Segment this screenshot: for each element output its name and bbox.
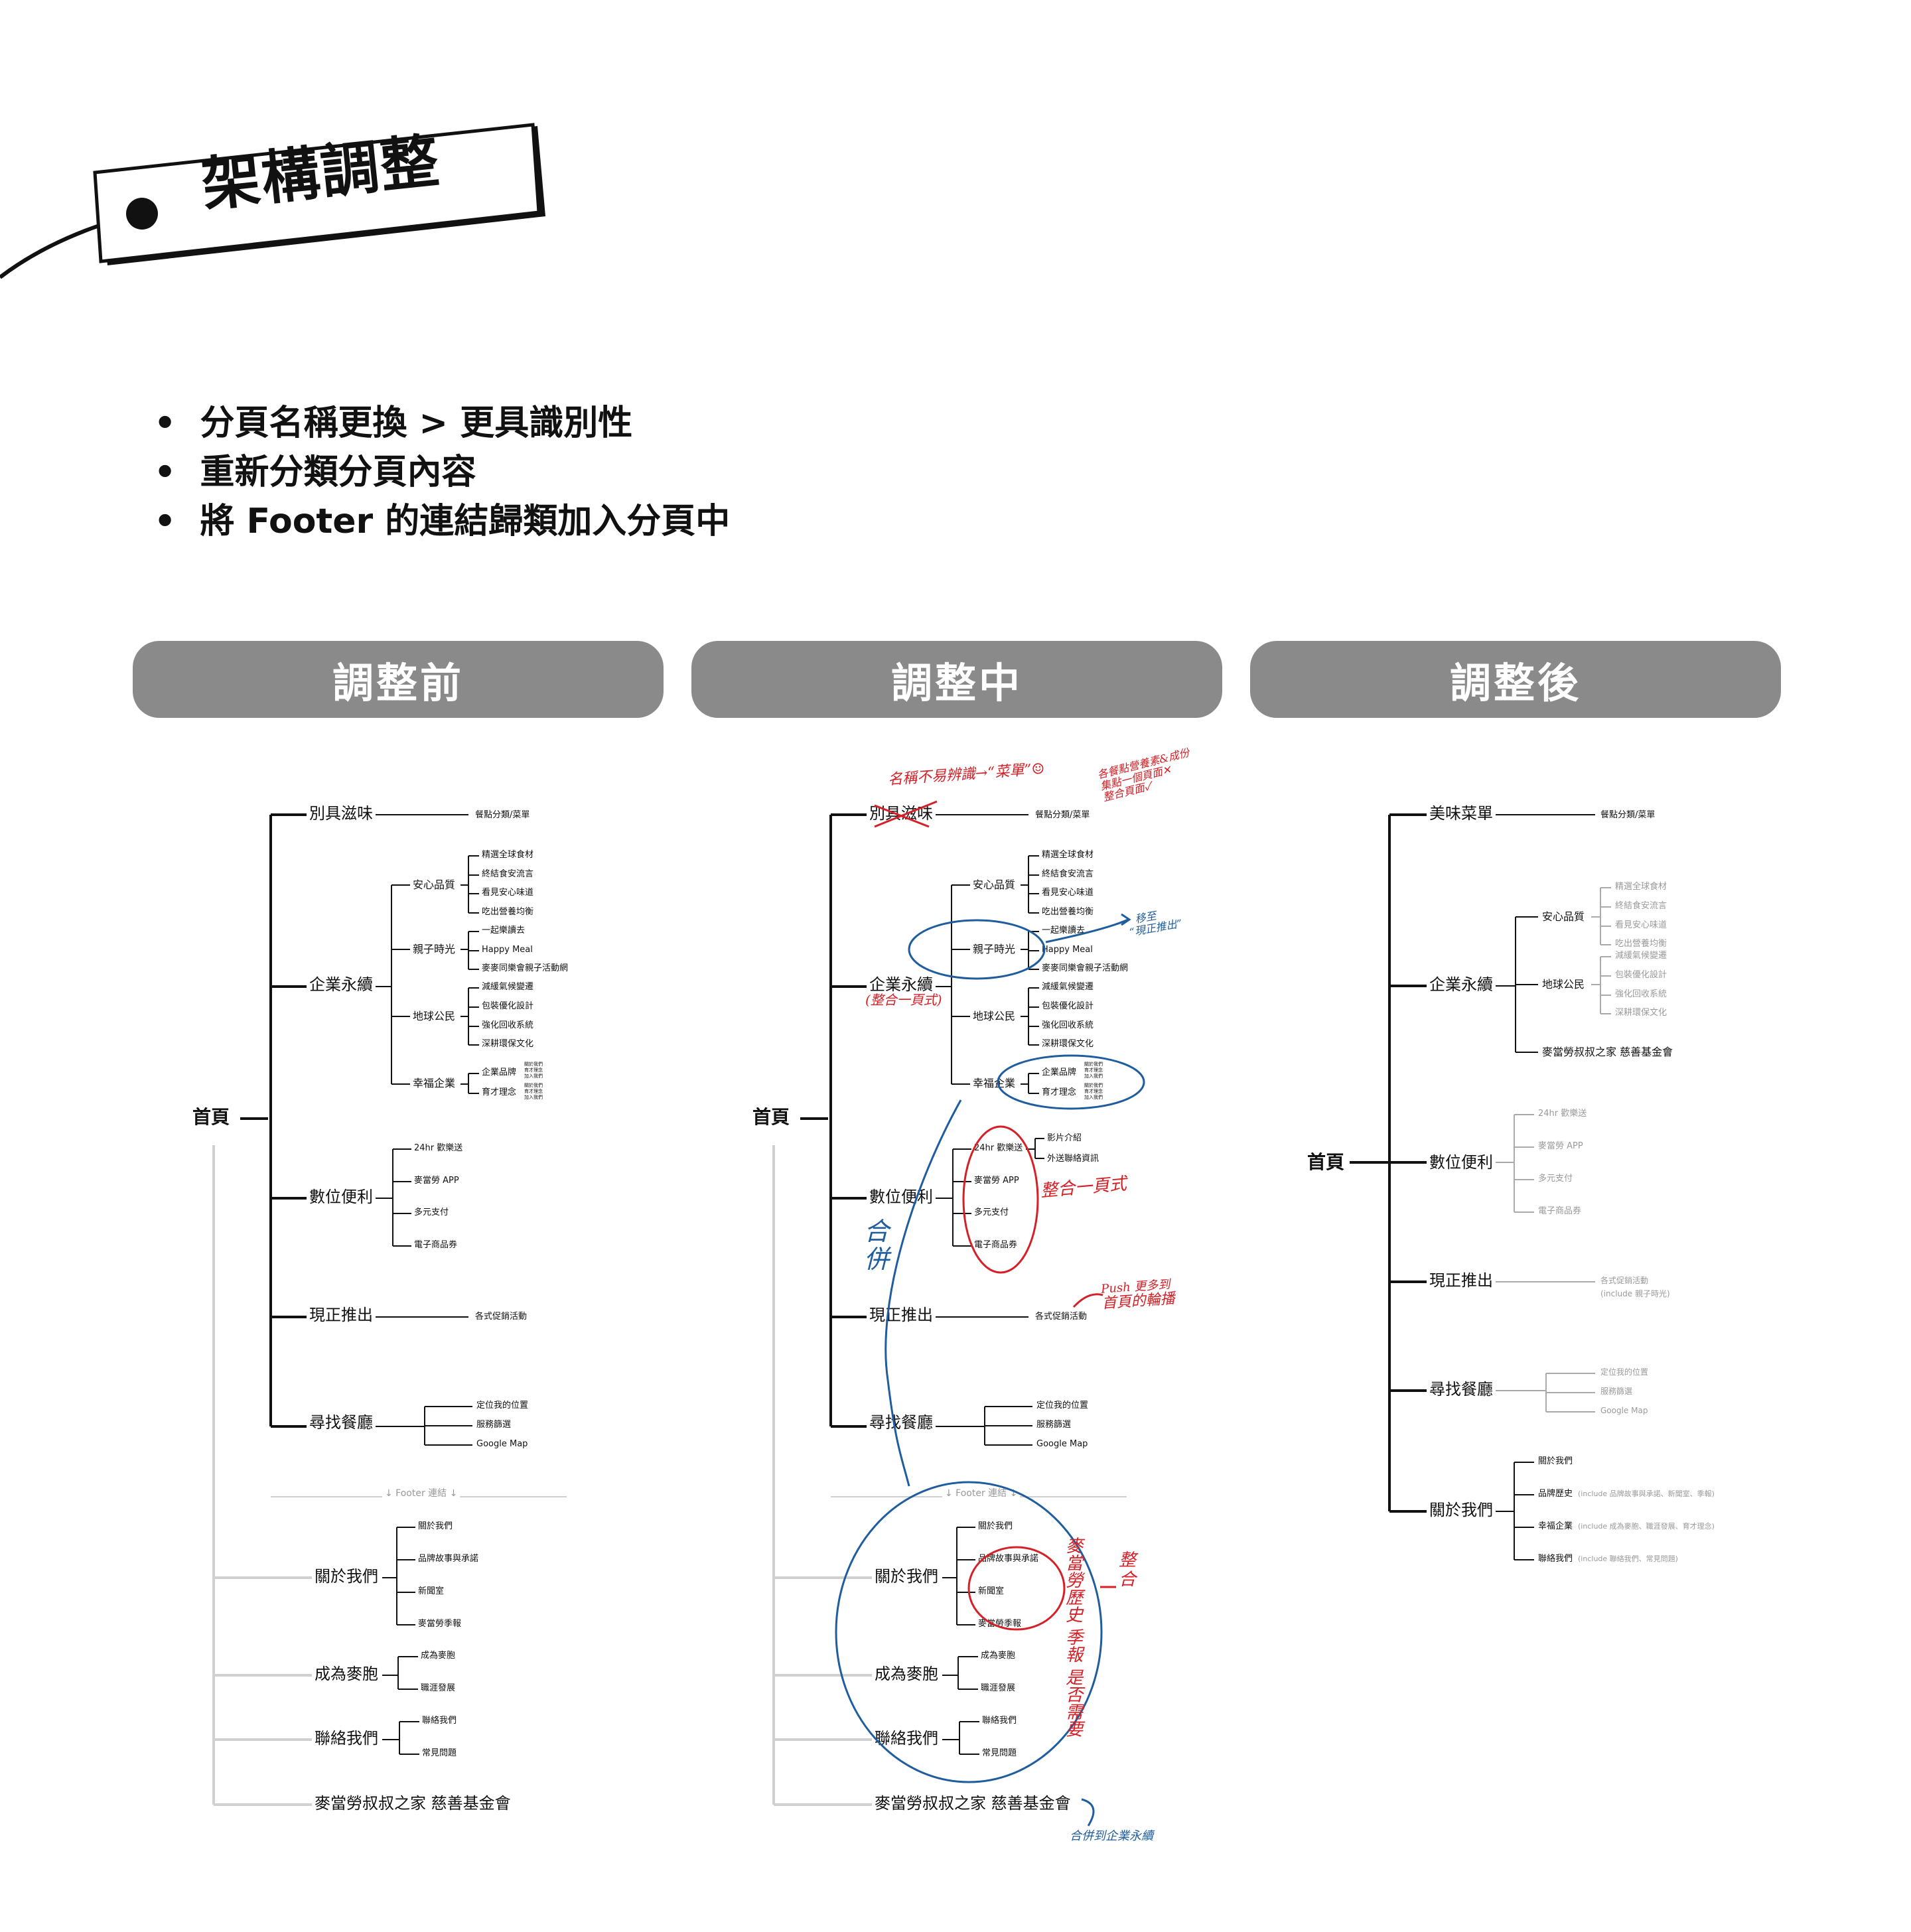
- circle-family: [908, 919, 1046, 980]
- note-line: 合: [864, 1217, 890, 1246]
- root-node: 首頁: [1307, 1151, 1345, 1173]
- leaf-video: 影片介紹: [1047, 1133, 1082, 1143]
- leaf: 各式促銷活動: [1600, 1276, 1649, 1285]
- strike-mark: [874, 800, 938, 828]
- leaf: 服務篩選: [1600, 1387, 1633, 1396]
- note-line: 合: [1119, 1569, 1137, 1590]
- note-line: 麥當勞歷史: [1062, 1537, 1083, 1623]
- note-push: Push 更多到 首頁的輪播: [1101, 1278, 1176, 1312]
- note-merge-page: (整合一頁式): [865, 992, 942, 1008]
- note-brand-history: 麥當勞歷史 季報 是否需要: [1062, 1537, 1083, 1738]
- arrow-promo: [1072, 1293, 1103, 1308]
- leaf: 麥當勞 APP: [1538, 1141, 1583, 1151]
- leaf: 聯絡我們 (include 聯絡我們、常見問題): [1538, 1554, 1678, 1563]
- note-line: 整: [1119, 1551, 1137, 1570]
- node-earth: 地球公民: [1542, 978, 1585, 991]
- note-line: 季報: [1062, 1628, 1083, 1663]
- node-safety: 安心品質: [1542, 910, 1585, 923]
- circle-brand: [967, 1546, 1066, 1631]
- leaf: 24hr 歡樂送: [1538, 1109, 1587, 1119]
- circle-digital: [962, 1125, 1039, 1274]
- leaf: 多元支付: [1538, 1174, 1573, 1184]
- middle-annotations: [835, 800, 1145, 1827]
- leaf: (include 親子時光): [1600, 1289, 1670, 1298]
- leaf: 包裝優化設計: [1615, 970, 1667, 980]
- arrow-charity: [1081, 1798, 1095, 1827]
- arrow-move: [1045, 918, 1129, 943]
- node-find: 尋找餐廳: [1429, 1380, 1493, 1399]
- leaf: 定位我的位置: [1600, 1367, 1649, 1377]
- node-charity: 麥當勞叔叔之家 慈善基金會: [1542, 1046, 1673, 1058]
- note-integrate: 整 合: [1119, 1551, 1136, 1589]
- merge-arc: [885, 1099, 962, 1487]
- leaf: 餐點分類/菜單: [1600, 810, 1656, 820]
- node-menu: 美味菜單: [1429, 804, 1493, 823]
- node-csr: 企業永續: [1429, 975, 1493, 994]
- note-merge-csr: 合併到企業永續: [1070, 1829, 1153, 1843]
- note-hebing: 合 併: [864, 1217, 890, 1274]
- leaf-note: (include 聯絡我們、常見問題): [1578, 1554, 1678, 1563]
- leaf: 強化回收系統: [1615, 989, 1667, 999]
- leaf: 減緩氣候變遷: [1615, 951, 1667, 961]
- leaf: 看見安心味道: [1615, 920, 1667, 930]
- leaf: 電子商品券: [1538, 1206, 1582, 1216]
- architecture-slide: 架構調整 • 分頁名稱更換 > 更具識別性 • 重新分類分頁內容 • 將 Foo…: [0, 0, 1911, 1932]
- leaf-delivery: 外送聯絡資訊: [1047, 1154, 1099, 1164]
- leaf: 品牌歷史 (include 品牌故事與承諾、新聞室、季報): [1538, 1489, 1715, 1498]
- circle-footer: [835, 1481, 1103, 1783]
- node-about: 關於我們: [1429, 1501, 1493, 1519]
- node-promo: 現正推出: [1429, 1271, 1493, 1290]
- leaf: 終結食安流言: [1615, 901, 1667, 911]
- note-line: 併: [864, 1244, 890, 1274]
- note-line: 是否需要: [1062, 1668, 1083, 1738]
- leaf-label: 品牌歷史: [1538, 1489, 1573, 1499]
- leaf: 精選全球食材: [1615, 882, 1667, 892]
- leaf-note: (include 品牌故事與承諾、新聞室、季報): [1578, 1489, 1715, 1498]
- leaf: 幸福企業 (include 成為麥胞、職涯發展、育才理念): [1538, 1522, 1715, 1531]
- node-digital: 數位便利: [1429, 1153, 1493, 1172]
- leaf-label: 聯絡我們: [1538, 1554, 1573, 1564]
- circle-happy: [997, 1054, 1145, 1110]
- leaf-label: 幸福企業: [1538, 1521, 1573, 1531]
- leaf: 關於我們: [1538, 1456, 1573, 1466]
- leaf-note: (include 成為麥胞、職涯發展、育才理念): [1578, 1522, 1715, 1531]
- leaf: Google Map: [1600, 1406, 1648, 1415]
- leaf: 深耕環保文化: [1615, 1008, 1667, 1018]
- leaf: 吃出營養均衡: [1615, 939, 1667, 949]
